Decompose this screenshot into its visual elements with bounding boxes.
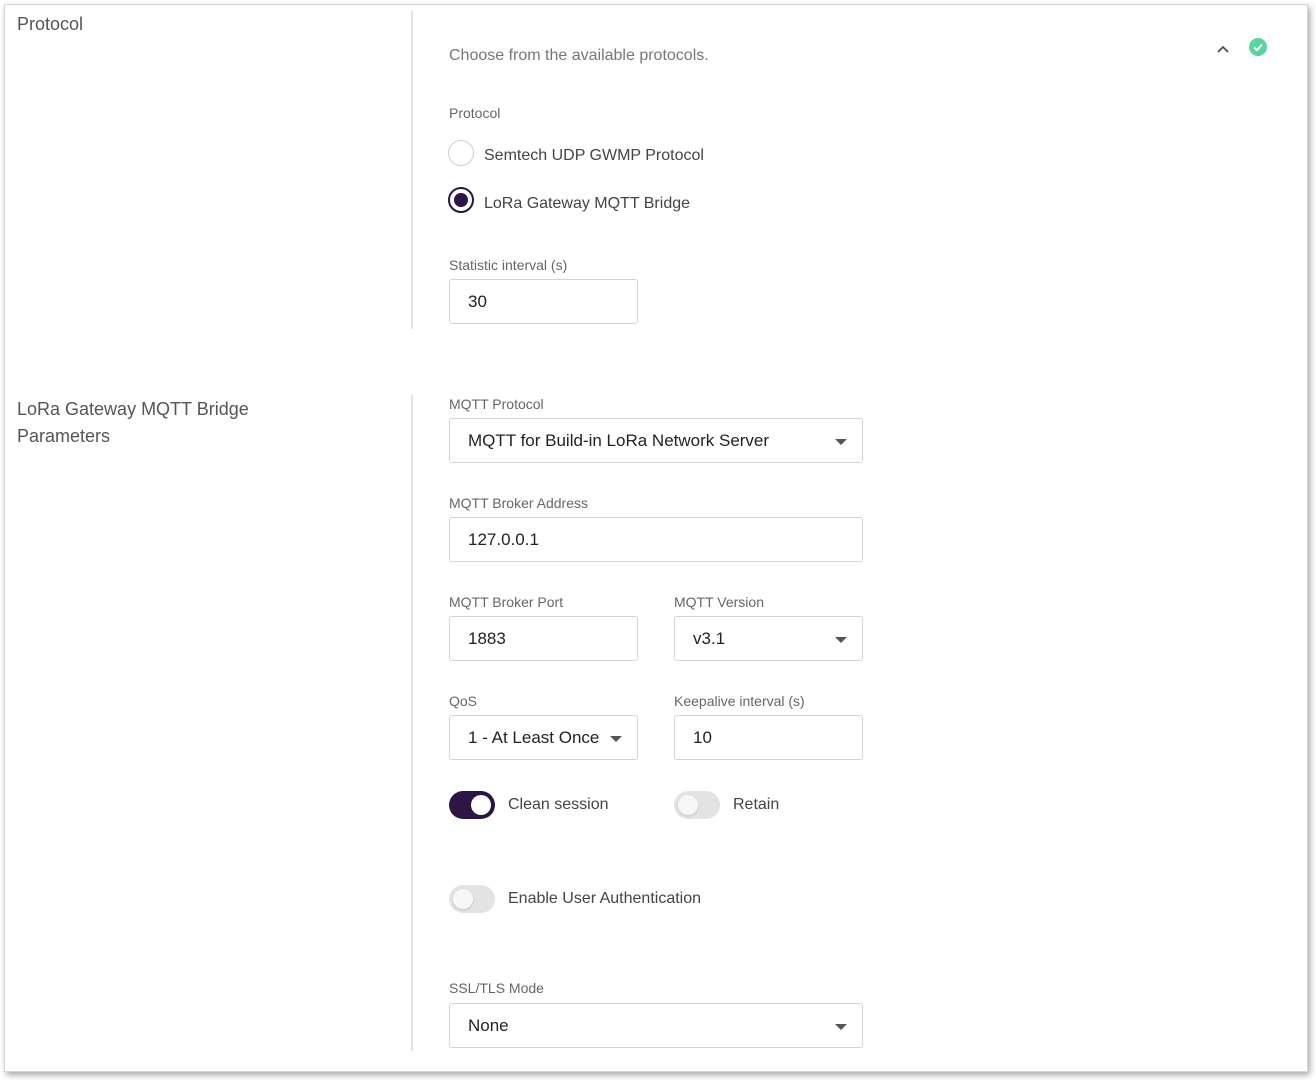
mqtt-protocol-value: MQTT for Build-in LoRa Network Server xyxy=(468,430,770,450)
mqtt-version-value: v3.1 xyxy=(693,628,726,648)
mqtt-version-label: MQTT Version xyxy=(674,594,764,610)
statistic-interval-value: 30 xyxy=(468,291,487,311)
protocol-label: Protocol xyxy=(449,105,501,121)
mqtt-version-select[interactable]: v3.1 xyxy=(674,616,863,661)
keepalive-value: 10 xyxy=(693,727,712,747)
protocol-section-title: Protocol xyxy=(17,14,84,34)
clean-session-toggle[interactable] xyxy=(449,791,495,819)
radio-lora-mqtt-bridge[interactable] xyxy=(448,187,474,213)
section-divider xyxy=(411,11,413,329)
user-auth-toggle[interactable] xyxy=(449,885,495,913)
keepalive-input[interactable]: 10 xyxy=(674,715,863,760)
broker-address-input[interactable]: 127.0.0.1 xyxy=(449,517,863,562)
check-circle-icon xyxy=(1249,38,1267,56)
radio-semtech-udp-label[interactable]: Semtech UDP GWMP Protocol xyxy=(484,147,704,165)
qos-select[interactable]: 1 - At Least Once xyxy=(449,715,638,760)
chevron-up-icon[interactable] xyxy=(1215,41,1231,57)
caret-down-icon xyxy=(835,439,847,445)
ssl-tls-value: None xyxy=(468,1015,509,1035)
bridge-section-title: LoRa Gateway MQTT Bridge Parameters xyxy=(17,399,249,446)
broker-port-value: 1883 xyxy=(468,628,506,648)
caret-down-icon xyxy=(835,637,847,643)
mqtt-protocol-label: MQTT Protocol xyxy=(449,396,544,412)
settings-panel: Protocol Choose from the available proto… xyxy=(4,4,1308,1072)
ssl-tls-select[interactable]: None xyxy=(449,1003,863,1048)
retain-toggle[interactable] xyxy=(674,791,720,819)
statistic-interval-input[interactable]: 30 xyxy=(449,279,638,324)
radio-lora-mqtt-bridge-label[interactable]: LoRa Gateway MQTT Bridge xyxy=(484,195,690,213)
broker-address-label: MQTT Broker Address xyxy=(449,495,589,511)
retain-label: Retain xyxy=(733,796,780,813)
qos-label: QoS xyxy=(449,693,478,709)
caret-down-icon xyxy=(835,1024,847,1030)
user-auth-label: Enable User Authentication xyxy=(508,890,702,907)
mqtt-protocol-select[interactable]: MQTT for Build-in LoRa Network Server xyxy=(449,418,863,463)
broker-port-label: MQTT Broker Port xyxy=(449,594,564,610)
clean-session-label: Clean session xyxy=(508,796,609,813)
broker-port-input[interactable]: 1883 xyxy=(449,616,638,661)
radio-semtech-udp[interactable] xyxy=(448,140,474,166)
caret-down-icon xyxy=(610,736,622,742)
keepalive-label: Keepalive interval (s) xyxy=(674,693,805,709)
qos-value: 1 - At Least Once xyxy=(468,727,600,747)
protocol-description: Choose from the available protocols. xyxy=(449,47,709,64)
broker-address-value: 127.0.0.1 xyxy=(468,529,539,549)
statistic-interval-label: Statistic interval (s) xyxy=(449,257,568,273)
ssl-tls-label: SSL/TLS Mode xyxy=(449,980,544,996)
section-divider xyxy=(411,395,413,1051)
